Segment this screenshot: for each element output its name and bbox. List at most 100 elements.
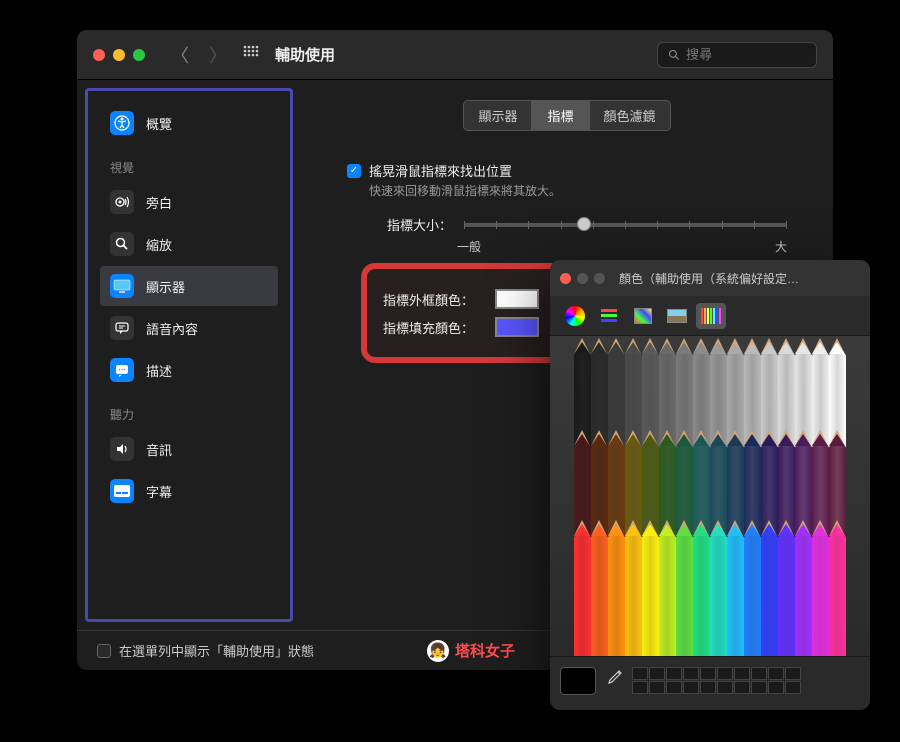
swatch-cell[interactable] <box>632 667 648 680</box>
pencil-color[interactable] <box>761 536 778 656</box>
grid-icon[interactable] <box>243 45 259 64</box>
swatch-cell[interactable] <box>768 681 784 694</box>
fill-color-label: 指標填充顏色： <box>383 318 483 337</box>
window-title: 輔助使用 <box>275 44 335 65</box>
sidebar-item-label: 語音內容 <box>146 319 198 338</box>
pencil-color[interactable] <box>710 536 727 656</box>
swatch-cell[interactable] <box>717 667 733 680</box>
current-color-swatch[interactable] <box>560 667 596 695</box>
color-palette-tab[interactable] <box>628 303 658 329</box>
sidebar-item-label: 概覽 <box>146 114 172 133</box>
pencil-color[interactable] <box>676 536 693 656</box>
sidebar: 概覽 視覺 旁白 縮放 顯示器 語音內容 ⋯ 描述 聽 <box>85 88 293 622</box>
swatch-cell[interactable] <box>683 667 699 680</box>
minimize-button[interactable] <box>113 49 125 61</box>
pencil-color[interactable] <box>727 536 744 656</box>
menubar-status-label: 在選單列中顯示「輔助使用」狀態 <box>119 641 314 660</box>
sidebar-item-speech[interactable]: 語音內容 <box>100 308 278 348</box>
cp-minimize-button[interactable] <box>577 273 588 284</box>
color-wheel-icon <box>565 306 585 326</box>
fill-color-well[interactable] <box>495 317 539 337</box>
cp-zoom-button[interactable] <box>594 273 605 284</box>
sidebar-item-voiceover[interactable]: 旁白 <box>100 182 278 222</box>
swatch-cell[interactable] <box>768 667 784 680</box>
swatch-grid[interactable] <box>632 667 801 694</box>
cp-close-button[interactable] <box>560 273 571 284</box>
window-controls <box>93 49 145 61</box>
eyedropper-button[interactable] <box>606 670 622 691</box>
pencil-color[interactable] <box>829 536 846 656</box>
accessibility-icon <box>110 111 134 135</box>
pencils-area[interactable] <box>550 336 870 656</box>
search-input[interactable] <box>686 47 806 62</box>
nav-arrows: 〈 〉 <box>171 42 227 68</box>
toolbar: 〈 〉 輔助使用 <box>77 30 833 80</box>
color-picker-panel: 顏色（輔助使用（系統偏好設定… <box>550 260 870 710</box>
swatch-cell[interactable] <box>751 667 767 680</box>
color-wheel-tab[interactable] <box>560 303 590 329</box>
brand-text: 塔科女子 <box>455 640 515 661</box>
brand-icon: 👧 <box>427 640 449 662</box>
shake-description: 快速來回移動滑鼠指標來將其放大。 <box>369 182 787 199</box>
sidebar-item-description[interactable]: ⋯ 描述 <box>100 350 278 390</box>
pencils-icon <box>701 308 721 324</box>
sidebar-item-zoom[interactable]: 縮放 <box>100 224 278 264</box>
color-sliders-tab[interactable] <box>594 303 624 329</box>
image-palette-tab[interactable] <box>662 303 692 329</box>
voiceover-icon <box>110 190 134 214</box>
pencil-color[interactable] <box>625 536 642 656</box>
outline-color-label: 指標外框顏色： <box>383 290 483 309</box>
swatch-cell[interactable] <box>632 681 648 694</box>
swatch-cell[interactable] <box>785 667 801 680</box>
outline-color-well[interactable] <box>495 289 539 309</box>
sidebar-item-label: 字幕 <box>146 482 172 501</box>
pencil-color[interactable] <box>812 536 829 656</box>
pencil-color[interactable] <box>659 536 676 656</box>
swatch-cell[interactable] <box>734 681 750 694</box>
swatch-cell[interactable] <box>649 681 665 694</box>
pointer-size-slider[interactable] <box>464 223 787 227</box>
menubar-status-checkbox[interactable] <box>97 644 111 658</box>
swatch-cell[interactable] <box>666 667 682 680</box>
sliders-icon <box>601 309 617 322</box>
sidebar-item-overview[interactable]: 概覽 <box>100 103 278 143</box>
forward-button[interactable]: 〉 <box>209 42 227 68</box>
swatch-cell[interactable] <box>666 681 682 694</box>
pencil-color[interactable] <box>608 536 625 656</box>
tab-pointer[interactable]: 指標 <box>532 100 588 131</box>
search-icon <box>668 48 680 62</box>
swatch-cell[interactable] <box>700 667 716 680</box>
swatch-cell[interactable] <box>751 681 767 694</box>
swatch-cell[interactable] <box>649 667 665 680</box>
pencil-color[interactable] <box>744 536 761 656</box>
pencil-color[interactable] <box>574 536 591 656</box>
sidebar-item-captions[interactable]: 字幕 <box>100 471 278 511</box>
pencil-color[interactable] <box>642 536 659 656</box>
pencil-color[interactable] <box>693 536 710 656</box>
tab-display[interactable]: 顯示器 <box>463 100 532 131</box>
brand-watermark: 👧 塔科女子 <box>427 640 515 662</box>
slider-knob[interactable] <box>577 217 591 231</box>
tab-color-filter[interactable]: 顏色濾鏡 <box>589 100 671 131</box>
zoom-button[interactable] <box>133 49 145 61</box>
pencil-color[interactable] <box>591 536 608 656</box>
color-panel-header: 顏色（輔助使用（系統偏好設定… <box>550 260 870 296</box>
swatch-cell[interactable] <box>700 681 716 694</box>
pencil-color[interactable] <box>778 536 795 656</box>
svg-text:⋯: ⋯ <box>119 367 126 374</box>
sidebar-item-display[interactable]: 顯示器 <box>100 266 278 306</box>
swatch-cell[interactable] <box>683 681 699 694</box>
shake-checkbox[interactable]: ✓ <box>347 164 361 178</box>
search-box[interactable] <box>657 42 817 68</box>
audio-icon <box>110 437 134 461</box>
close-button[interactable] <box>93 49 105 61</box>
sidebar-item-label: 音訊 <box>146 440 172 459</box>
back-button[interactable]: 〈 <box>171 42 189 68</box>
pencil-color[interactable] <box>795 536 812 656</box>
slider-max-label: 大 <box>775 238 787 255</box>
pencils-tab[interactable] <box>696 303 726 329</box>
swatch-cell[interactable] <box>717 681 733 694</box>
swatch-cell[interactable] <box>734 667 750 680</box>
swatch-cell[interactable] <box>785 681 801 694</box>
sidebar-item-audio[interactable]: 音訊 <box>100 429 278 469</box>
